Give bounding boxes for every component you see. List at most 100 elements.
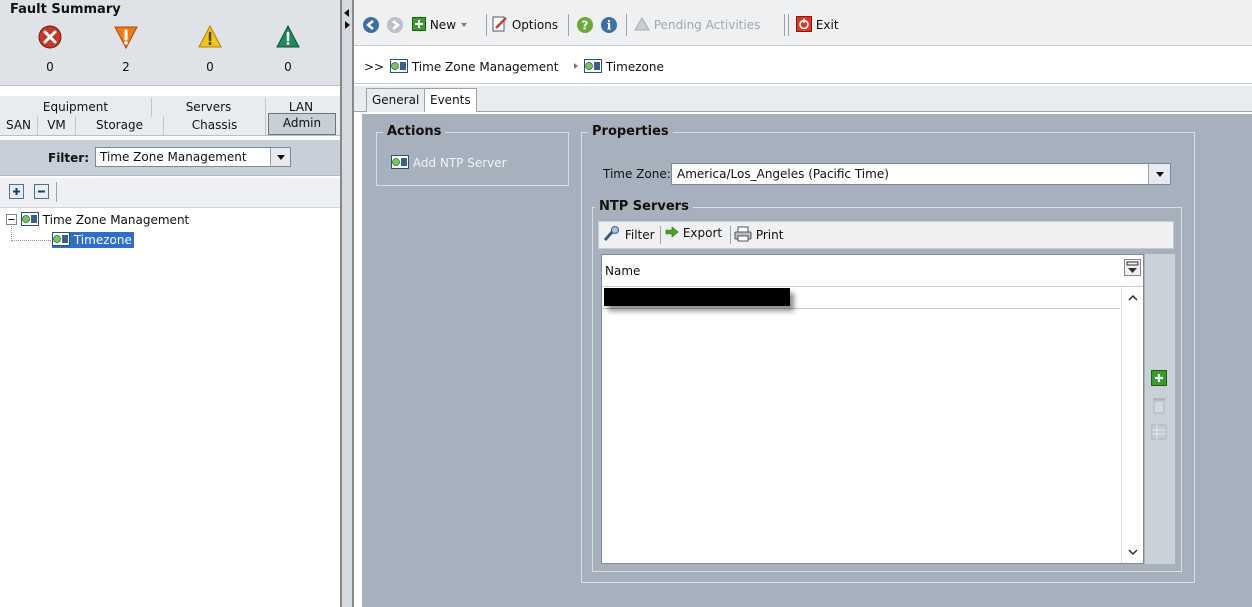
pending-label: Pending Activities xyxy=(653,18,761,32)
svg-text:?: ? xyxy=(582,19,589,33)
back-button[interactable] xyxy=(362,16,380,34)
add-icon xyxy=(412,17,426,31)
column-chooser-icon xyxy=(1126,261,1139,273)
filter-select[interactable]: Time Zone Management xyxy=(95,147,291,167)
help-icon: ? xyxy=(577,17,593,33)
tab-admin[interactable]: Admin xyxy=(268,113,336,135)
chevron-down-icon[interactable] xyxy=(1148,164,1170,184)
fault-critical[interactable]: 0 xyxy=(20,24,80,74)
forward-button[interactable] xyxy=(386,16,404,34)
options-label: Options xyxy=(511,18,559,32)
actions-group: Actions Add NTP Server xyxy=(376,124,569,186)
warning-icon xyxy=(276,24,300,48)
nav-tabs: Equipment Servers LAN SAN VM Storage Cha… xyxy=(0,96,340,136)
tab-san[interactable]: SAN xyxy=(0,116,38,135)
tab-chassis[interactable]: Chassis xyxy=(164,116,266,135)
table-header: Name xyxy=(602,255,1143,287)
minus-icon xyxy=(38,190,45,193)
exit-button[interactable]: Exit xyxy=(796,16,839,34)
table-side-toolbar xyxy=(1145,254,1175,564)
content-tabs: General Events xyxy=(354,86,1252,112)
timezone-icon xyxy=(584,59,602,73)
column-header-name[interactable]: Name xyxy=(605,264,640,278)
tab-events[interactable]: Events xyxy=(424,88,477,112)
split-pane-divider[interactable] xyxy=(340,0,354,607)
new-button[interactable]: New xyxy=(412,16,468,34)
ntp-export-button[interactable]: Export xyxy=(665,226,722,240)
properties-legend: Properties xyxy=(588,124,673,139)
ntp-toolbar: Filter Export Print xyxy=(598,221,1174,249)
tab-storage[interactable]: Storage xyxy=(76,116,164,135)
timezone-icon xyxy=(20,212,39,226)
tree-toolbar xyxy=(0,178,340,208)
properties-row-button[interactable] xyxy=(1151,424,1167,443)
options-button[interactable]: Options xyxy=(492,16,558,34)
collapse-all-button[interactable] xyxy=(34,184,49,199)
chevron-down-icon xyxy=(460,23,467,27)
tree-node-timezone[interactable]: Timezone xyxy=(52,232,134,248)
redacted-value xyxy=(604,288,790,306)
filter-icon xyxy=(603,226,619,241)
expand-all-button[interactable] xyxy=(9,184,24,199)
new-label: New xyxy=(429,18,457,32)
fault-summary-title: Fault Summary xyxy=(10,2,121,17)
forward-arrow-icon xyxy=(387,17,403,33)
critical-icon xyxy=(38,25,62,49)
major-icon xyxy=(114,26,138,50)
ntp-print-label: Print xyxy=(755,228,784,242)
add-ntp-server-action[interactable]: Add NTP Server xyxy=(391,155,507,170)
ntp-servers-table: Name xyxy=(601,254,1144,564)
table-scrollbar[interactable] xyxy=(1121,287,1143,563)
help-button[interactable]: ? xyxy=(576,16,594,34)
breadcrumb-label: Timezone xyxy=(605,60,664,74)
pending-activities-button[interactable]: Pending Activities xyxy=(634,16,760,34)
toolbar-divider xyxy=(784,14,785,36)
delete-row-button[interactable] xyxy=(1151,396,1167,417)
fault-summary: Fault Summary 0 2 0 0 xyxy=(0,0,340,86)
ntp-servers-legend: NTP Servers xyxy=(595,199,693,214)
tab-vm[interactable]: VM xyxy=(38,116,76,135)
add-ntp-server-label: Add NTP Server xyxy=(412,156,507,170)
details-icon xyxy=(1151,424,1167,440)
add-row-button[interactable] xyxy=(1151,370,1167,389)
ntp-filter-button[interactable]: Filter xyxy=(603,226,655,242)
fault-minor[interactable]: 0 xyxy=(180,24,240,74)
timezone-select[interactable]: America/Los_Angeles (Pacific Time) xyxy=(671,163,1171,185)
scroll-up-icon[interactable] xyxy=(1127,293,1139,303)
toolbar-divider xyxy=(626,14,627,36)
toolbar-divider xyxy=(568,14,569,36)
scroll-down-icon[interactable] xyxy=(1127,547,1139,557)
fault-minor-count: 0 xyxy=(206,60,214,74)
actions-legend: Actions xyxy=(383,124,446,139)
tab-general[interactable]: General xyxy=(366,88,426,112)
column-chooser-button[interactable] xyxy=(1124,259,1141,276)
fault-major[interactable]: 2 xyxy=(96,24,156,74)
tree-node-label: Timezone xyxy=(73,233,132,247)
exit-icon xyxy=(796,16,812,32)
collapse-arrows-icon[interactable] xyxy=(342,8,352,30)
chevron-right-icon xyxy=(572,60,580,75)
navigation-panel: Fault Summary 0 2 0 0 Equipment Servers … xyxy=(0,0,340,607)
fault-critical-count: 0 xyxy=(46,60,54,74)
timezone-icon xyxy=(391,155,409,169)
info-button[interactable]: i xyxy=(600,16,618,34)
table-row[interactable] xyxy=(602,287,1120,309)
tab-servers[interactable]: Servers xyxy=(152,98,266,117)
filter-label: Filter: xyxy=(48,151,90,165)
chevron-down-icon[interactable] xyxy=(270,148,290,166)
breadcrumb-item-timezone[interactable]: Timezone xyxy=(584,59,664,74)
info-icon: i xyxy=(601,17,617,33)
timezone-icon xyxy=(52,232,70,246)
fault-warning[interactable]: 0 xyxy=(258,24,318,74)
printer-icon xyxy=(734,226,752,242)
minor-icon xyxy=(198,24,222,48)
fault-major-count: 2 xyxy=(122,60,130,74)
timezone-value: America/Los_Angeles (Pacific Time) xyxy=(677,167,889,181)
ntp-print-button[interactable]: Print xyxy=(734,226,783,242)
tab-equipment[interactable]: Equipment xyxy=(0,98,152,117)
exit-label: Exit xyxy=(815,18,839,32)
breadcrumb: >> Time Zone Management Timezone xyxy=(354,52,1252,84)
plus-icon xyxy=(13,188,20,195)
tree-node-time-zone-management[interactable]: Time Zone Management xyxy=(6,212,189,228)
breadcrumb-item-time-zone-management[interactable]: Time Zone Management xyxy=(390,59,558,74)
